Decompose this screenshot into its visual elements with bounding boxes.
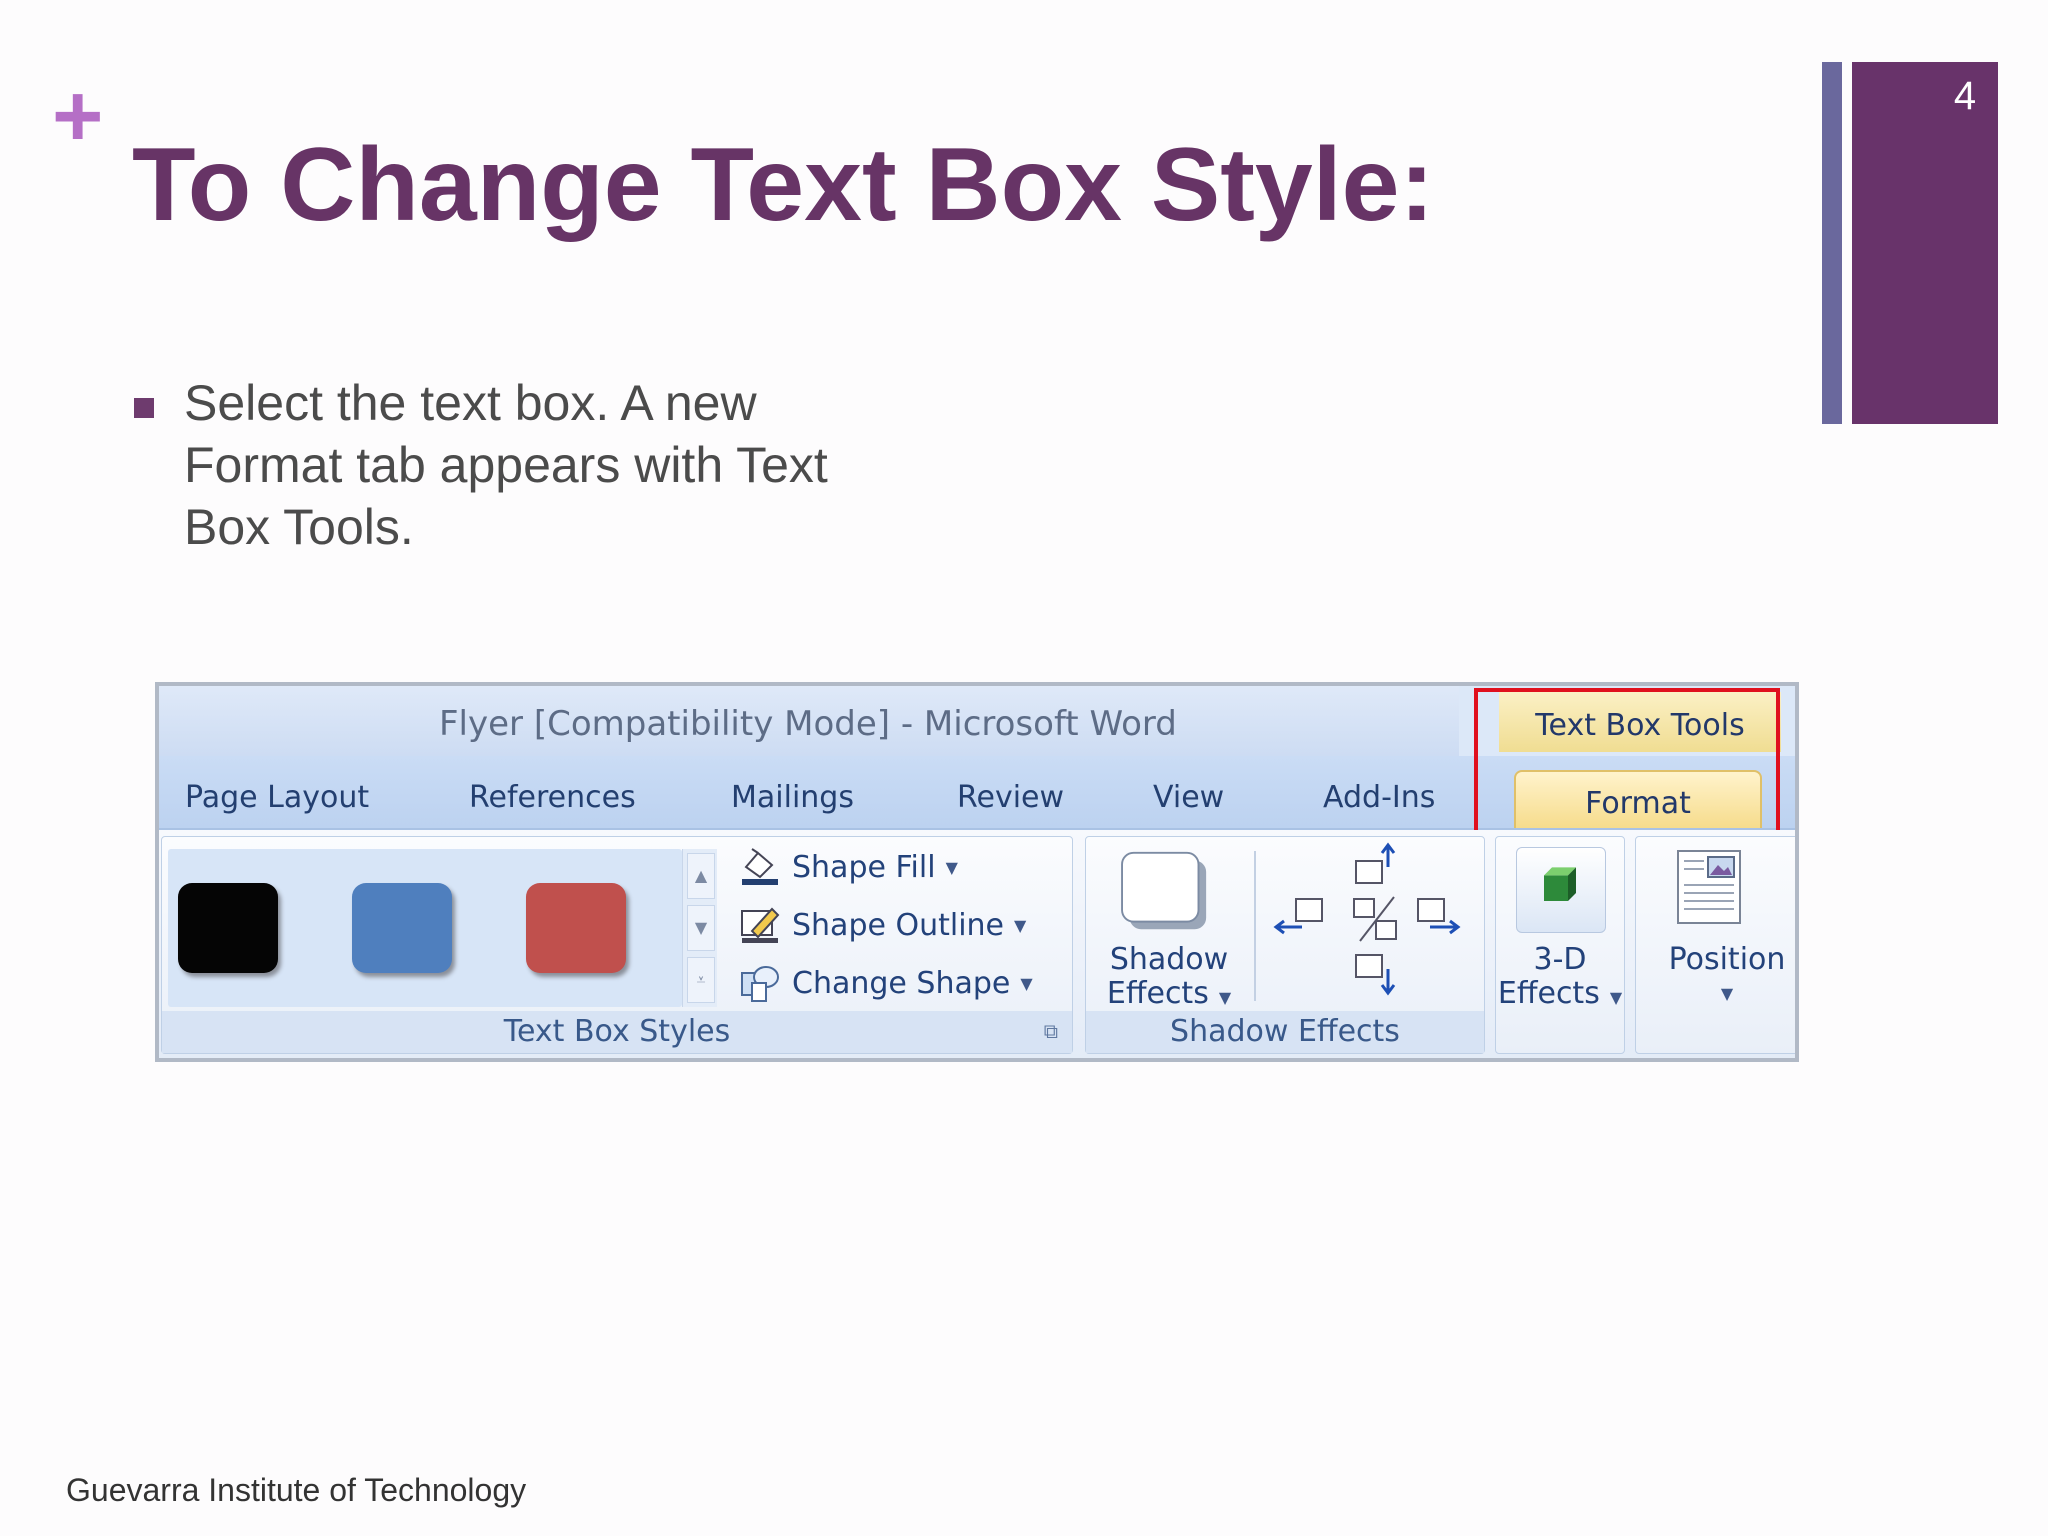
group-separator <box>1254 851 1256 1001</box>
chevron-down-icon: ▼ <box>1020 973 1033 993</box>
shadow-effects-button[interactable]: Shadow Effects ▼ <box>1094 843 1244 1011</box>
chevron-down-icon: ▼ <box>1720 984 1734 1003</box>
gallery-up-icon[interactable]: ▲ <box>687 853 715 899</box>
shape-fill-button[interactable]: Shape Fill ▼ <box>738 847 958 887</box>
change-shape-label: Change Shape <box>792 965 1011 1001</box>
word-ribbon-screenshot: Flyer [Compatibility Mode] - Microsoft W… <box>155 682 1799 1062</box>
plus-icon: + <box>52 66 104 165</box>
shadow-effects-button-label: Shadow Effects ▼ <box>1106 942 1232 1011</box>
window-title: Flyer [Compatibility Mode] - Microsoft W… <box>439 704 1177 744</box>
chevron-down-icon: ▼ <box>945 857 958 877</box>
slide-title: To Change Text Box Style: <box>132 127 1435 243</box>
chevron-down-icon: ▼ <box>1014 915 1027 935</box>
group-shadow-effects: Shadow Effects ▼ Shadow Effects <box>1085 836 1485 1054</box>
slide-number: 4 <box>1953 74 1977 118</box>
nudge-up-icon[interactable] <box>1355 842 1396 884</box>
3d-effects-button-label: 3-D Effects ▼ <box>1497 942 1623 1011</box>
position-page-icon <box>1677 850 1741 924</box>
change-shape-button[interactable]: Change Shape ▼ <box>738 963 1033 1003</box>
group-text-box-styles: ▲ ▼ ⩡ Shape Fill ▼ Shape Outline ▼ Chang… <box>161 836 1073 1054</box>
window-title-bar: Flyer [Compatibility Mode] - Microsoft W… <box>159 686 1459 756</box>
bullet-item: Select the text box. A new Format tab ap… <box>134 372 904 558</box>
position-button[interactable]: Position ▼ <box>1636 843 1795 1013</box>
shadow-square-icon <box>1121 851 1207 930</box>
gallery-scroll: ▲ ▼ ⩡ <box>682 849 717 1007</box>
pencil-icon <box>741 907 780 943</box>
shape-outline-label: Shape Outline <box>792 907 1005 943</box>
highlight-box <box>1474 688 1780 836</box>
tab-page-layout[interactable]: Page Layout <box>185 780 369 815</box>
tab-mailings[interactable]: Mailings <box>731 780 854 815</box>
footer-text: Guevarra Institute of Technology <box>66 1472 527 1508</box>
shape-outline-button[interactable]: Shape Outline ▼ <box>738 905 1026 945</box>
text-box-styles-label: Text Box Styles <box>162 1011 1072 1053</box>
group-arrange: Position ▼ <box>1635 836 1795 1054</box>
dialog-launcher-icon[interactable]: ⧉ <box>1044 1019 1058 1043</box>
shadow-toggle-icon[interactable] <box>1353 896 1397 942</box>
tab-references[interactable]: References <box>469 780 636 815</box>
style-gallery <box>168 849 682 1007</box>
nudge-shadow-controls <box>1273 842 1461 996</box>
style-swatch-red[interactable] <box>526 883 626 973</box>
nudge-left-icon[interactable] <box>1273 898 1323 935</box>
style-swatch-blue[interactable] <box>352 883 452 973</box>
3d-cube-icon <box>1544 867 1576 901</box>
bullet-square-icon <box>134 398 154 418</box>
tab-view[interactable]: View <box>1153 780 1224 815</box>
paint-bucket-icon <box>742 848 778 885</box>
tab-review[interactable]: Review <box>957 780 1064 815</box>
tab-add-ins[interactable]: Add-Ins <box>1323 780 1435 815</box>
nudge-right-icon[interactable] <box>1417 898 1461 935</box>
shadow-effects-group-label: Shadow Effects <box>1086 1011 1484 1053</box>
accent-bar-thin <box>1822 62 1842 424</box>
shapes-icon <box>741 966 779 1002</box>
gallery-down-icon[interactable]: ▼ <box>687 905 715 951</box>
nudge-down-icon[interactable] <box>1355 954 1396 996</box>
position-button-label: Position ▼ <box>1636 943 1795 1011</box>
bullet-text: Select the text box. A new Format tab ap… <box>184 375 828 555</box>
group-3d-effects: 3-D Effects ▼ <box>1495 836 1625 1054</box>
gallery-more-icon[interactable]: ⩡ <box>687 957 715 1003</box>
chevron-down-icon: ▼ <box>1609 988 1623 1007</box>
style-swatch-black[interactable] <box>178 883 278 973</box>
chevron-down-icon: ▼ <box>1218 988 1232 1007</box>
3d-effects-button[interactable]: 3-D Effects ▼ <box>1496 843 1624 1013</box>
shape-fill-label: Shape Fill <box>792 849 936 885</box>
